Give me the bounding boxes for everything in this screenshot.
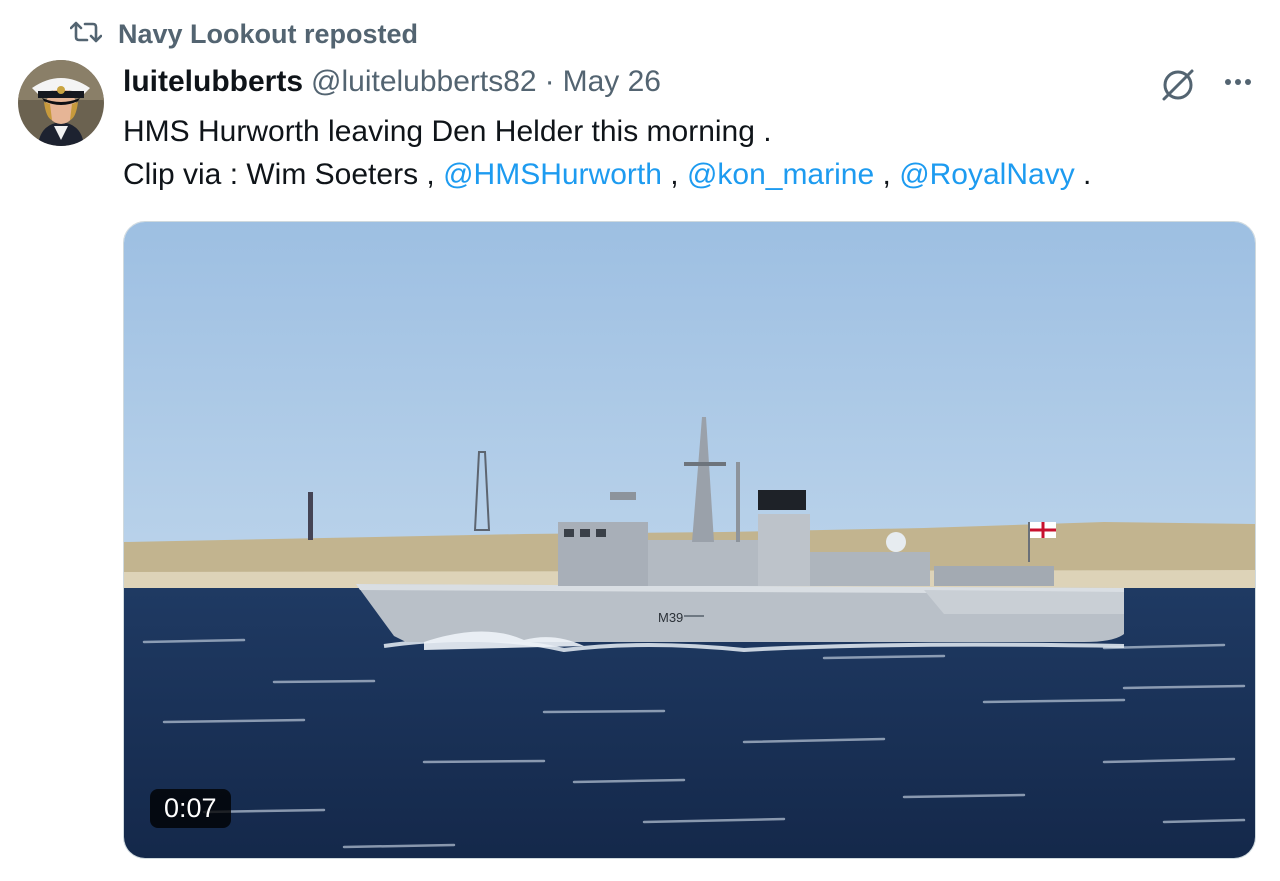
repost-icon: [69, 19, 103, 50]
mention-royalnavy-link[interactable]: @RoyalNavy: [899, 158, 1075, 191]
tweet-line-1: HMS Hurworth leaving Den Helder this mor…: [123, 115, 772, 148]
comma-separator: ,: [882, 158, 891, 191]
repost-indicator[interactable]: Navy Lookout reposted: [69, 18, 419, 50]
mention-hmshurworth-link[interactable]: @HMSHurworth: [443, 158, 662, 191]
video-frame: M39: [124, 222, 1255, 858]
tweet-credit-text: Clip via : Wim Soeters ,: [123, 158, 435, 191]
hull-number: M39: [658, 610, 683, 625]
tweet-header: luitelubberts @luitelubberts82 · May 26: [123, 62, 661, 102]
grok-icon[interactable]: [1158, 64, 1198, 104]
tweet-text: HMS Hurworth leaving Den Helder this mor…: [123, 110, 1091, 196]
author-display-name[interactable]: luitelubberts: [123, 65, 303, 99]
mention-kon-marine-link[interactable]: @kon_marine: [687, 158, 874, 191]
comma-separator: ,: [670, 158, 679, 191]
video-duration-badge: 0:07: [150, 789, 231, 828]
author-handle[interactable]: @luitelubberts82: [311, 65, 537, 99]
more-dots-icon[interactable]: [1220, 64, 1256, 100]
tweet-end-period: .: [1083, 158, 1092, 191]
repost-label: Navy Lookout reposted: [118, 18, 419, 49]
tweet-line-2: Clip via : Wim Soeters , @HMSHurworth , …: [123, 153, 1091, 196]
separator-dot: ·: [544, 65, 555, 98]
avatar[interactable]: [18, 60, 104, 146]
video-player[interactable]: M39 0:07: [123, 221, 1256, 859]
tweet-date[interactable]: May 26: [563, 65, 661, 99]
